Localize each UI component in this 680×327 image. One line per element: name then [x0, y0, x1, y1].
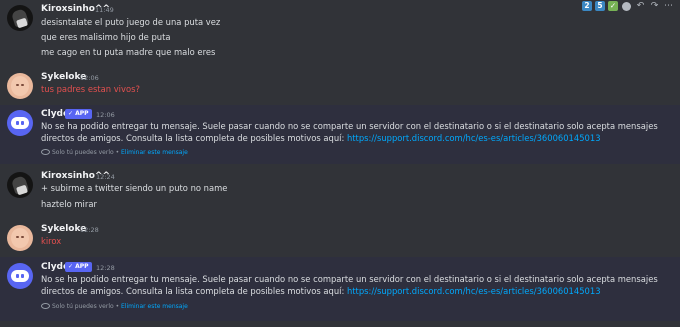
message-group: Kiroxsinho^^ 11:49 desisntalate el puto …: [0, 0, 680, 62]
dismiss-message-link[interactable]: Eliminar este mensaje: [121, 303, 188, 310]
dismiss-message-link[interactable]: Eliminar este mensaje: [121, 149, 188, 156]
message-line: que eres malisimo hijo de puta: [41, 32, 171, 42]
message-line: me cago en tu puta madre que malo eres: [41, 47, 216, 57]
timestamp: 12:06: [80, 74, 99, 82]
message-text: No se ha podido entregar tu mensaje. Sue…: [41, 274, 658, 296]
eye-icon: [41, 303, 50, 309]
ephemeral-note: Solo tú puedes verlo • Eliminar este men…: [41, 149, 188, 156]
support-link[interactable]: https://support.discord.com/hc/es-es/art…: [347, 133, 601, 143]
message-line: desisntalate el puto juego de una puta v…: [41, 17, 221, 27]
timestamp: 12:24: [96, 173, 115, 181]
app-badge: ✓ APP: [65, 262, 92, 272]
timestamp: 12:28: [96, 264, 115, 272]
avatar[interactable]: [7, 225, 33, 251]
message-group: Sykeloke 12:28 kirox: [0, 222, 680, 258]
message-line: kirox: [41, 236, 62, 246]
chat-messages: 2 5 ✓ ↶ ↷ ⋯ Kiroxsinho^^ 11:49 desisntal…: [0, 0, 680, 327]
message-group-ephemeral: Clyde ✓ APP 12:28 No se ha podido entreg…: [0, 257, 680, 321]
eye-icon: [41, 149, 50, 155]
avatar[interactable]: [7, 5, 33, 31]
message-line: haztelo mirar: [41, 199, 97, 209]
message-line: + subirme a twitter siendo un puto no na…: [41, 183, 228, 193]
message-line: tus padres estan vivos?: [41, 84, 140, 94]
timestamp: 12:06: [96, 111, 115, 119]
message-group-ephemeral: Clyde ✓ APP 12:06 No se ha podido entreg…: [0, 105, 680, 164]
support-link[interactable]: https://support.discord.com/hc/es-es/art…: [347, 286, 601, 296]
timestamp: 12:28: [80, 226, 99, 234]
avatar[interactable]: [7, 263, 33, 289]
message-group: Sykeloke 12:06 tus padres estan vivos?: [0, 68, 680, 104]
app-badge: ✓ APP: [65, 109, 92, 119]
ephemeral-note: Solo tú puedes verlo • Eliminar este men…: [41, 303, 188, 310]
message-text: No se ha podido entregar tu mensaje. Sue…: [41, 121, 658, 143]
avatar[interactable]: [7, 172, 33, 198]
avatar[interactable]: [7, 110, 33, 136]
avatar[interactable]: [7, 73, 33, 99]
message-group: Kiroxsinho^^ 12:24 + subirme a twitter s…: [0, 168, 680, 216]
timestamp: 11:49: [95, 6, 114, 14]
